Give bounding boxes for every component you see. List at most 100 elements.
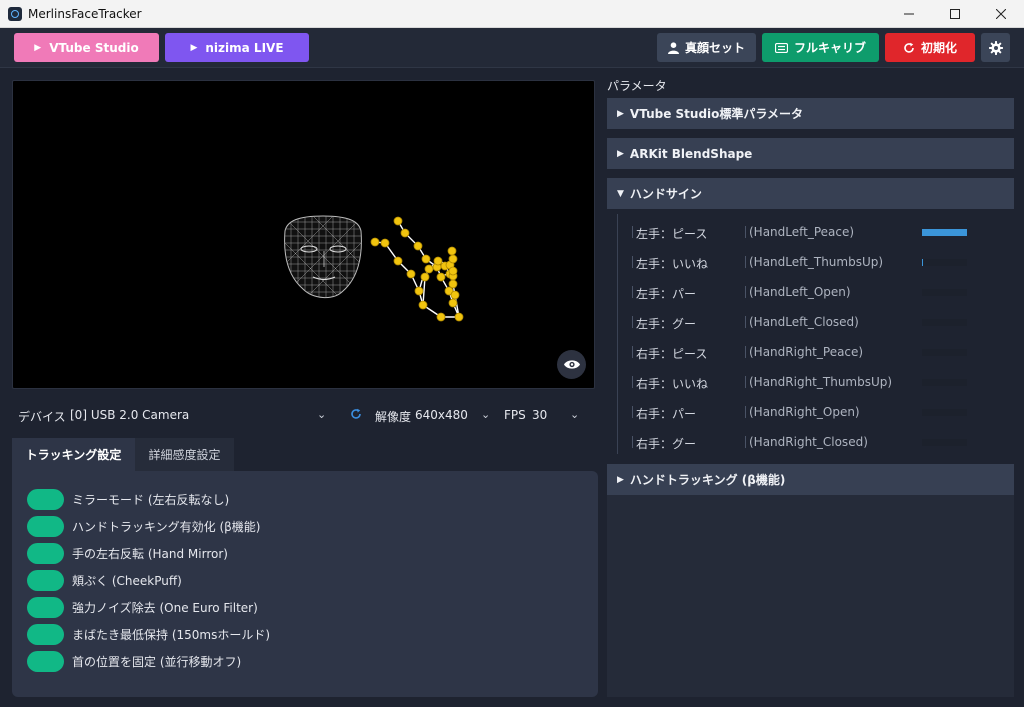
nizima-live-button[interactable]: ▶ nizima LIVE <box>165 33 309 62</box>
gear-icon <box>988 40 1003 55</box>
list-item: 左手：ピース (HandLeft_Peace) <box>618 222 998 242</box>
handsign-name: 左手：いいね <box>631 256 709 271</box>
list-item: 右手：グー (HandRight_Closed) <box>618 432 998 452</box>
fps-label: FPS <box>504 408 526 422</box>
camera-preview <box>12 80 595 389</box>
face-set-button[interactable]: 真顔セット <box>657 33 756 62</box>
value-bar <box>922 349 967 356</box>
chevron-down-icon[interactable]: ⌄ <box>317 408 326 421</box>
toggle-row-cheek-puff[interactable]: 頬ぷく (CheekPuff) <box>27 569 182 591</box>
value-bar <box>922 409 967 416</box>
toolbar: ▶ VTube Studio ▶ nizima LIVE 真顔セット フルキャリ… <box>0 28 1024 68</box>
section-label: ARKit BlendShape <box>629 146 753 161</box>
handsign-list: 左手：ピース (HandLeft_Peace) 左手：いいね (HandLeft… <box>617 214 997 454</box>
value-fill <box>922 259 923 266</box>
section-arkit[interactable]: ▶ ARKit BlendShape <box>607 138 1014 169</box>
toggle-switch[interactable] <box>27 596 64 618</box>
toggle-label: ミラーモード (左右反転なし) <box>72 492 230 507</box>
toggle-row-hand-mirror[interactable]: 手の左右反転 (Hand Mirror) <box>27 542 228 564</box>
vtube-studio-button[interactable]: ▶ VTube Studio <box>14 33 159 62</box>
handsign-name: 右手：パー <box>631 406 697 421</box>
value-fill <box>922 229 967 236</box>
value-bar <box>922 319 967 326</box>
section-handsign[interactable]: ▼ ハンドサイン <box>607 178 1014 209</box>
minimize-icon <box>904 13 914 15</box>
toggle-switch[interactable] <box>27 515 64 537</box>
handsign-param: (HandLeft_Peace) <box>744 225 855 239</box>
handsign-name: 左手：ピース <box>631 226 708 241</box>
window-title: MerlinsFaceTracker <box>28 6 142 21</box>
list-item: 左手：パー (HandLeft_Open) <box>618 282 998 302</box>
list-item: 右手：ピース (HandRight_Peace) <box>618 342 998 362</box>
fps-select[interactable]: 30 <box>532 408 547 422</box>
user-icon <box>667 41 679 54</box>
refresh-camera-icon[interactable] <box>350 408 362 423</box>
toggle-switch[interactable] <box>27 623 64 645</box>
toggle-label: 強力ノイズ除去 (One Euro Filter) <box>72 600 258 615</box>
handsign-param: (HandRight_Peace) <box>744 345 864 359</box>
play-icon: ▶ <box>190 42 198 53</box>
toggle-switch[interactable] <box>27 488 64 510</box>
title-bar: MerlinsFaceTracker <box>0 0 1024 28</box>
toggle-row-neck-lock[interactable]: 首の位置を固定 (並行移動オフ) <box>27 650 241 672</box>
tab-tracking[interactable]: トラッキング設定 <box>12 438 135 471</box>
eye-icon <box>563 360 580 369</box>
handsign-name: 右手：グー <box>631 436 697 451</box>
handsign-param: (HandRight_ThumbsUp) <box>744 375 893 389</box>
caret-right-icon: ▶ <box>617 474 624 485</box>
list-item: 左手：いいね (HandLeft_ThumbsUp) <box>618 252 998 272</box>
close-icon <box>996 9 1006 19</box>
section-label: ハンドサイン <box>629 187 702 201</box>
hand-skeleton <box>370 216 464 322</box>
value-bar <box>922 379 967 386</box>
tab-sensitivity[interactable]: 詳細感度設定 <box>135 438 234 471</box>
toggle-row-blink-hold[interactable]: まばたき最低保持 (150msホールド) <box>27 623 270 645</box>
value-bar <box>922 259 967 266</box>
reset-label: 初期化 <box>920 41 957 55</box>
app-icon <box>8 6 22 21</box>
toggle-switch[interactable] <box>27 650 64 672</box>
full-calib-button[interactable]: フルキャリブ <box>762 33 879 62</box>
section-label: ハンドトラッキング (β機能) <box>629 473 786 487</box>
device-row: デバイス [0] USB 2.0 Camera ⌄ 解像度 640x480 ⌄ … <box>12 400 595 430</box>
toggle-label: 首の位置を固定 (並行移動オフ) <box>72 654 242 669</box>
handsign-param: (HandLeft_Open) <box>745 285 851 299</box>
maximize-button[interactable] <box>932 0 978 28</box>
section-vtube-params[interactable]: ▶ VTube Studio標準パラメータ <box>607 98 1014 129</box>
full-calib-label: フルキャリブ <box>793 41 866 55</box>
vtube-studio-label: VTube Studio <box>49 40 139 55</box>
toggle-switch[interactable] <box>27 542 64 564</box>
toggle-row-hand-tracking[interactable]: ハンドトラッキング有効化 (β機能) <box>27 515 260 537</box>
minimize-button[interactable] <box>886 0 932 28</box>
list-item: 左手：グー (HandLeft_Closed) <box>618 312 998 332</box>
section-label: VTube Studio標準パラメータ <box>629 107 804 121</box>
value-bar <box>922 229 967 236</box>
device-select[interactable]: [0] USB 2.0 Camera <box>70 408 189 422</box>
chevron-down-icon[interactable]: ⌄ <box>481 408 490 421</box>
close-button[interactable] <box>978 0 1024 28</box>
reset-button[interactable]: 初期化 <box>885 33 975 62</box>
value-bar <box>922 289 967 296</box>
toggle-row-mirror[interactable]: ミラーモード (左右反転なし) <box>27 488 229 510</box>
keyboard-icon <box>774 42 788 53</box>
handsign-param: (HandRight_Open) <box>745 405 860 419</box>
chevron-down-icon[interactable]: ⌄ <box>570 408 579 421</box>
handsign-name: 左手：パー <box>631 286 697 301</box>
caret-right-icon: ▶ <box>617 148 624 159</box>
list-item: 右手：いいね (HandRight_ThumbsUp) <box>618 372 998 392</box>
face-set-label: 真顔セット <box>684 41 745 55</box>
settings-button[interactable] <box>981 33 1010 62</box>
toggle-switch[interactable] <box>27 569 64 591</box>
toggle-row-noise-filter[interactable]: 強力ノイズ除去 (One Euro Filter) <box>27 596 258 618</box>
toggle-label: 手の左右反転 (Hand Mirror) <box>72 546 228 561</box>
play-icon: ▶ <box>34 42 42 53</box>
handsign-name: 右手：いいね <box>631 376 709 391</box>
handsign-param: (HandLeft_ThumbsUp) <box>744 255 884 269</box>
list-item: 右手：パー (HandRight_Open) <box>618 402 998 422</box>
handsign-name: 右手：ピース <box>631 346 708 361</box>
value-bar <box>922 439 967 446</box>
nizima-live-label: nizima LIVE <box>205 40 284 55</box>
preview-toggle-button[interactable] <box>557 350 586 379</box>
section-hand-tracking[interactable]: ▶ ハンドトラッキング (β機能) <box>607 464 1014 495</box>
resolution-select[interactable]: 640x480 <box>415 408 468 422</box>
